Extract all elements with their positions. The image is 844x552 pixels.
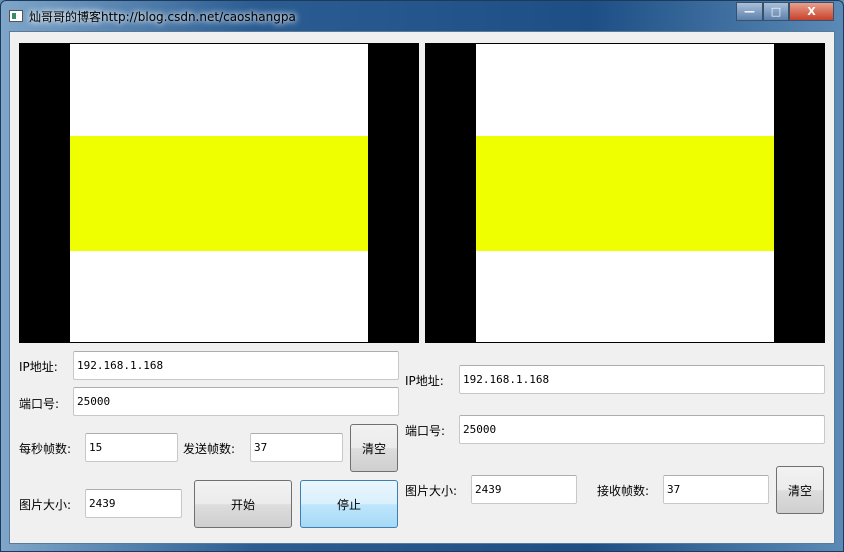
yellow-stripe	[476, 136, 774, 251]
receiver-size-label: 图片大小:	[405, 484, 458, 498]
start-button[interactable]: 开始	[194, 480, 292, 528]
sender-size-label: 图片大小:	[19, 498, 72, 512]
receiver-port-label: 端口号:	[405, 424, 446, 438]
app-icon	[9, 10, 23, 22]
receiver-video-preview	[425, 43, 825, 343]
black-bar	[20, 44, 70, 342]
sender-ip-input[interactable]: 192.168.1.168	[73, 351, 399, 380]
receiver-clear-button[interactable]: 清空	[776, 466, 824, 514]
sender-video-preview	[19, 43, 419, 343]
sender-port-label: 端口号:	[19, 397, 60, 411]
received-frames-label: 接收帧数:	[597, 484, 650, 498]
receiver-ip-label: IP地址:	[405, 374, 444, 388]
receiver-port-input[interactable]: 25000	[459, 415, 825, 444]
maximize-button[interactable]: □	[763, 2, 789, 21]
yellow-stripe	[70, 136, 368, 251]
minimize-button[interactable]: —	[736, 2, 763, 21]
received-frames-input[interactable]: 37	[663, 475, 769, 504]
sender-fps-label: 每秒帧数:	[19, 442, 72, 456]
receiver-size-input[interactable]: 2439	[471, 475, 577, 504]
sent-frames-label: 发送帧数:	[183, 442, 236, 456]
sender-size-input[interactable]: 2439	[85, 489, 182, 518]
sender-ip-label: IP地址:	[19, 360, 58, 374]
black-bar	[368, 44, 418, 342]
sender-fps-input[interactable]: 15	[85, 433, 178, 462]
black-bar	[774, 44, 824, 342]
stop-button[interactable]: 停止	[300, 480, 398, 528]
close-button[interactable]: X	[789, 2, 834, 21]
sender-clear-button[interactable]: 清空	[350, 424, 398, 472]
black-bar	[426, 44, 476, 342]
sender-port-input[interactable]: 25000	[73, 387, 399, 416]
window-title: 灿哥哥的博客http://blog.csdn.net/caoshangpa	[29, 10, 296, 24]
receiver-ip-input[interactable]: 192.168.1.168	[459, 365, 825, 394]
sent-frames-input[interactable]: 37	[250, 433, 343, 462]
